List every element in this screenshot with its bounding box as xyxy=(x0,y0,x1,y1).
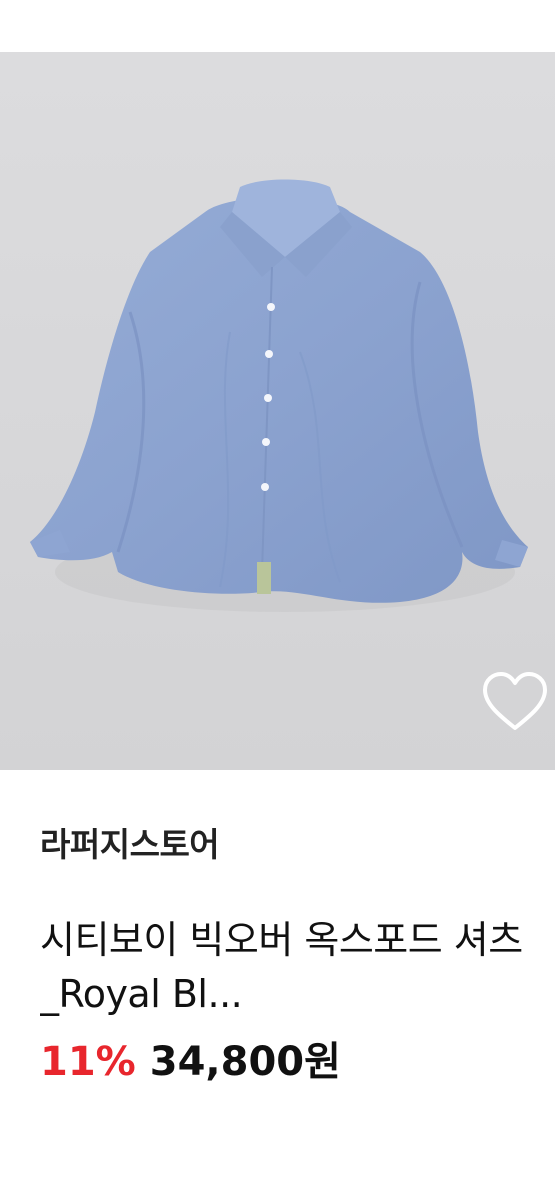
price-row: 11% 34,800원 xyxy=(40,1037,541,1087)
wishlist-button[interactable] xyxy=(477,664,553,740)
heart-outline-icon xyxy=(483,672,547,730)
seller-name[interactable]: 라퍼지스토어 xyxy=(40,825,541,865)
discount-rate: 11% xyxy=(40,1039,136,1085)
product-title[interactable]: 시티보이 빅오버 옥스포드 셔츠_Royal Bl... xyxy=(40,913,545,1021)
shirt-illustration xyxy=(0,52,555,770)
product-info: 라퍼지스토어 시티보이 빅오버 옥스포드 셔츠_Royal Bl... 11% … xyxy=(40,825,541,1087)
product-image[interactable] xyxy=(0,52,555,770)
product-card[interactable]: 라퍼지스토어 시티보이 빅오버 옥스포드 셔츠_Royal Bl... 11% … xyxy=(0,0,555,1200)
product-price: 34,800원 xyxy=(149,1039,341,1085)
